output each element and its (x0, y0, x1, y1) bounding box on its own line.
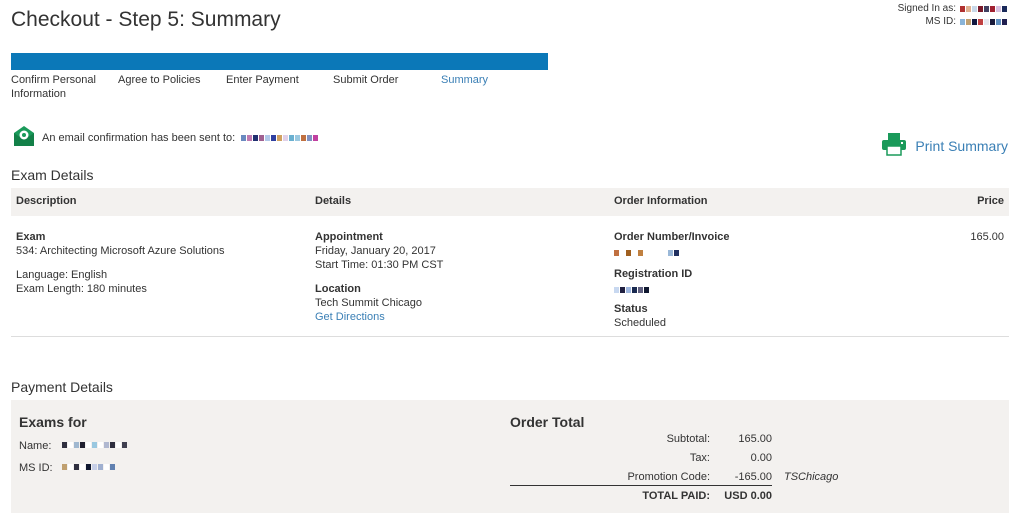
ms-id-label: MS ID: (925, 16, 956, 27)
exam-language: Language: English (16, 269, 108, 281)
order-total-title: Order Total (510, 414, 585, 430)
redacted-username (960, 5, 1007, 12)
total-divider (510, 485, 772, 486)
print-summary-button[interactable]: Print Summary (881, 132, 1008, 159)
registration-id-label: Registration ID (614, 268, 693, 280)
step-confirm-personal-information: Confirm Personal Information (11, 74, 96, 100)
exam-name: 534: Architecting Microsoft Azure Soluti… (16, 245, 225, 257)
redacted-ms-id (960, 18, 1007, 25)
print-summary-label: Print Summary (915, 137, 1008, 154)
signed-in-info: Signed In as: MS ID: (898, 2, 1007, 28)
redacted-name (62, 442, 127, 448)
step-enter-payment: Enter Payment (226, 74, 299, 86)
page-title: Checkout - Step 5: Summary (11, 8, 281, 31)
location-label: Location (315, 283, 361, 295)
tax-value: 0.00 (750, 452, 772, 464)
order-information-cell: Order Number/Invoice Registration ID Sta… (614, 230, 730, 330)
tax-label: Tax: (689, 452, 710, 464)
name-label: Name: (19, 440, 52, 452)
redacted-email (241, 134, 319, 141)
column-details: Details (315, 195, 352, 207)
email-sent-icon (12, 125, 36, 150)
payment-details-title: Payment Details (11, 379, 113, 395)
exam-details-title: Exam Details (11, 167, 94, 183)
promotion-code: TSChicago (784, 471, 839, 483)
step-summary: Summary (441, 74, 489, 86)
total-paid-label: TOTAL PAID: (642, 490, 710, 502)
appointment-start-time: Start Time: 01:30 PM CST (315, 259, 444, 271)
step-submit-order: Submit Order (333, 74, 399, 86)
step-agree-to-policies: Agree to Policies (118, 74, 201, 86)
email-confirmation-text: An email confirmation has been sent to: (42, 131, 236, 144)
printer-icon (881, 132, 907, 159)
email-confirmation: An email confirmation has been sent to: (12, 125, 319, 150)
exam-price: 165.00 (970, 231, 1004, 243)
subtotal-label: Subtotal: (666, 433, 710, 445)
appointment-label: Appointment (315, 231, 383, 243)
details-cell: Appointment Friday, January 20, 2017 Sta… (315, 230, 443, 324)
column-description: Description (16, 195, 77, 207)
signed-in-label: Signed In as: (897, 3, 956, 14)
status-value: Scheduled (614, 317, 666, 329)
column-price: Price (977, 195, 1004, 207)
ms-id-label-payment: MS ID: (19, 462, 53, 474)
exam-label: Exam (16, 231, 46, 243)
redacted-ms-id-payment (62, 464, 115, 470)
total-paid-value: USD 0.00 (724, 490, 772, 502)
exam-details-header (11, 188, 1009, 216)
location-name: Tech Summit Chicago (315, 297, 422, 309)
promotion-code-label: Promotion Code: (627, 471, 710, 483)
status-label: Status (614, 303, 648, 315)
exam-length: Exam Length: 180 minutes (16, 283, 147, 295)
subtotal-value: 165.00 (738, 433, 772, 445)
redacted-order-number (614, 249, 679, 256)
order-number-label: Order Number/Invoice (614, 231, 730, 243)
exam-details-divider (11, 336, 1009, 337)
get-directions-link[interactable]: Get Directions (315, 311, 385, 323)
description-cell: Exam 534: Architecting Microsoft Azure S… (16, 230, 225, 296)
exams-for-title: Exams for (19, 414, 87, 430)
redacted-registration-id (614, 286, 649, 293)
checkout-progress-bar (11, 53, 548, 70)
promotion-code-value: -165.00 (734, 471, 772, 483)
column-order-information: Order Information (614, 195, 708, 207)
appointment-date: Friday, January 20, 2017 (315, 245, 436, 257)
